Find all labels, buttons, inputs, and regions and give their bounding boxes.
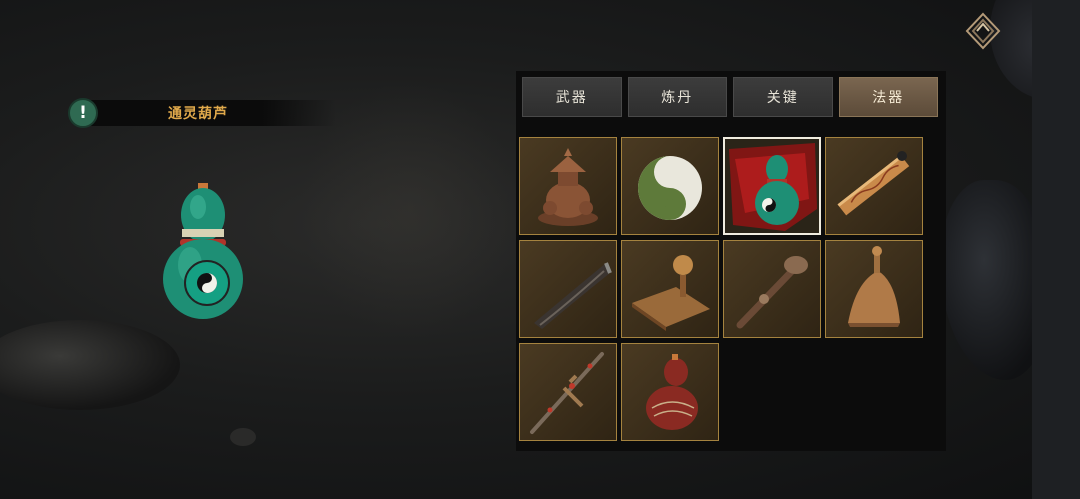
item-slot[interactable] <box>723 240 821 338</box>
tab-alchemy[interactable]: 炼丹 <box>627 77 727 117</box>
item-slot-selected[interactable] <box>723 137 821 235</box>
item-slot[interactable] <box>519 137 617 235</box>
category-tabs: 武器 炼丹 关键 法器 <box>522 77 938 119</box>
item-slot[interactable] <box>825 137 923 235</box>
item-slot[interactable] <box>621 343 719 441</box>
menu-diamond-icon[interactable] <box>960 8 1006 54</box>
jeweled-sword-icon <box>530 352 604 434</box>
bell-icon <box>848 246 900 327</box>
item-slot[interactable] <box>519 240 617 338</box>
horn-icon <box>534 262 612 329</box>
item-title: 通灵葫芦 <box>168 106 228 122</box>
item-slot[interactable] <box>825 240 923 338</box>
pagoda-incense-burner-icon <box>538 148 598 226</box>
item-slot[interactable] <box>519 343 617 441</box>
item-preview-gourd <box>160 183 246 321</box>
inventory-panel: 武器 炼丹 关键 法器 <box>516 71 946 451</box>
red-gourd-icon <box>646 354 698 430</box>
item-name-banner: ! 通灵葫芦 <box>68 98 338 128</box>
talisman-scroll-icon <box>837 151 910 216</box>
ruyi-scepter-icon <box>736 256 808 329</box>
tab-key-items[interactable]: 关键 <box>733 77 833 117</box>
screen-edge <box>1032 0 1080 499</box>
item-slot[interactable] <box>621 240 719 338</box>
item-slot[interactable] <box>621 137 719 235</box>
tab-magic-artifacts[interactable]: 法器 <box>838 77 938 117</box>
spirit-gourd-icon <box>729 143 817 231</box>
item-grid <box>519 137 923 441</box>
yin-yang-jade-icon <box>638 156 702 220</box>
background-rock <box>230 428 256 446</box>
exclamation-icon[interactable]: ! <box>68 98 98 128</box>
tab-weapons[interactable]: 武器 <box>522 77 622 117</box>
background-rock <box>0 320 180 410</box>
seal-stamp-icon <box>632 255 710 331</box>
